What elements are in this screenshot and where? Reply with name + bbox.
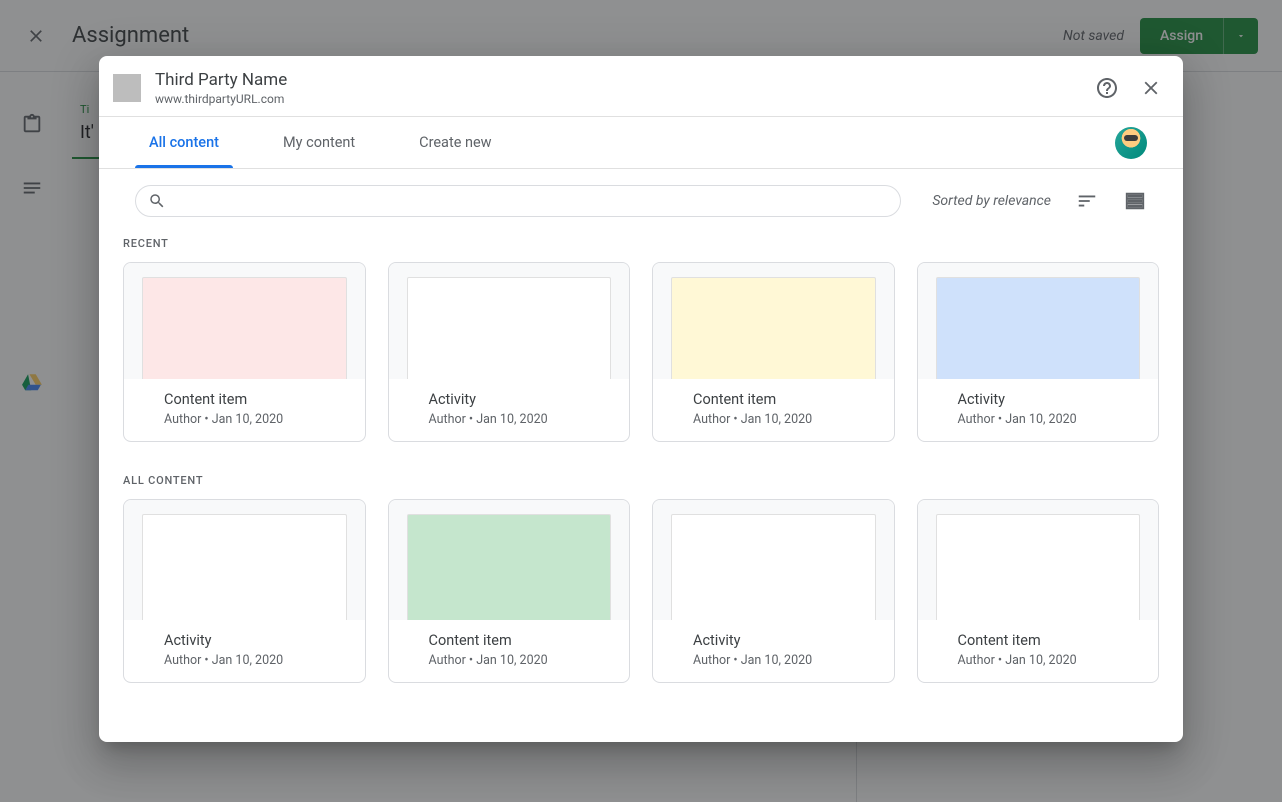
card-subtitle: Author • Jan 10, 2020	[429, 653, 612, 668]
card-thumbnail	[653, 263, 894, 379]
tab-all-content[interactable]: All content	[135, 117, 233, 168]
all-content-grid: ActivityAuthor • Jan 10, 2020Content ite…	[123, 499, 1159, 683]
content-card[interactable]: Activity Author • Jan 10, 2020	[388, 262, 631, 442]
card-subtitle: Author • Jan 10, 2020	[958, 653, 1141, 668]
card-title: Content item	[164, 391, 347, 408]
content-card[interactable]: Content item Author • Jan 10, 2020	[652, 262, 895, 442]
search-icon	[148, 192, 166, 210]
card-thumbnail	[918, 500, 1159, 620]
card-thumbnail	[389, 263, 630, 379]
tab-create-new[interactable]: Create new	[405, 117, 505, 168]
list-view-icon[interactable]	[1123, 189, 1147, 213]
modal-body: RECENT Content item Author • Jan 10, 2020…	[99, 233, 1183, 742]
content-card[interactable]: Content item Author • Jan 10, 2020	[388, 499, 631, 683]
user-avatar[interactable]	[1115, 127, 1147, 159]
card-thumbnail	[389, 500, 630, 620]
search-input[interactable]	[174, 193, 888, 209]
modal-url: www.thirdpartyURL.com	[155, 92, 287, 106]
close-modal-icon[interactable]	[1139, 76, 1163, 100]
recent-grid: Content itemAuthor • Jan 10, 2020Activit…	[123, 262, 1159, 442]
third-party-logo	[113, 74, 141, 102]
card-meta: Activity Author • Jan 10, 2020	[124, 620, 365, 682]
modal-header: Third Party Name www.thirdpartyURL.com	[99, 56, 1183, 117]
card-thumbnail	[124, 500, 365, 620]
card-title: Content item	[693, 391, 876, 408]
content-card[interactable]: Content item Author • Jan 10, 2020	[917, 499, 1160, 683]
card-subtitle: Author • Jan 10, 2020	[429, 412, 612, 427]
card-meta: Activity Author • Jan 10, 2020	[653, 620, 894, 682]
card-meta: Activity Author • Jan 10, 2020	[918, 379, 1159, 441]
card-meta: Activity Author • Jan 10, 2020	[389, 379, 630, 441]
card-subtitle: Author • Jan 10, 2020	[164, 653, 347, 668]
section-all-label: ALL CONTENT	[123, 470, 1159, 499]
card-title: Activity	[429, 391, 612, 408]
card-title: Content item	[429, 632, 612, 649]
content-picker-modal: Third Party Name www.thirdpartyURL.com A…	[99, 56, 1183, 742]
sort-label: Sorted by relevance	[932, 193, 1051, 209]
section-recent-label: RECENT	[123, 233, 1159, 262]
card-title: Activity	[958, 391, 1141, 408]
card-meta: Content item Author • Jan 10, 2020	[653, 379, 894, 441]
search-box[interactable]	[135, 185, 901, 217]
help-icon[interactable]	[1095, 76, 1119, 100]
sort-icon[interactable]	[1075, 189, 1099, 213]
content-card[interactable]: Content item Author • Jan 10, 2020	[123, 262, 366, 442]
card-meta: Content item Author • Jan 10, 2020	[918, 620, 1159, 682]
card-thumbnail	[918, 263, 1159, 379]
card-thumbnail	[653, 500, 894, 620]
card-title: Content item	[958, 632, 1141, 649]
content-card[interactable]: Activity Author • Jan 10, 2020	[652, 499, 895, 683]
card-title: Activity	[164, 632, 347, 649]
controls-row: Sorted by relevance	[99, 169, 1183, 233]
card-subtitle: Author • Jan 10, 2020	[693, 412, 876, 427]
content-card[interactable]: Activity Author • Jan 10, 2020	[123, 499, 366, 683]
card-thumbnail	[124, 263, 365, 379]
card-subtitle: Author • Jan 10, 2020	[958, 412, 1141, 427]
tabs-row: All content My content Create new	[99, 117, 1183, 169]
content-card[interactable]: Activity Author • Jan 10, 2020	[917, 262, 1160, 442]
tab-my-content[interactable]: My content	[269, 117, 369, 168]
card-title: Activity	[693, 632, 876, 649]
modal-title: Third Party Name	[155, 70, 287, 90]
card-meta: Content item Author • Jan 10, 2020	[124, 379, 365, 441]
card-subtitle: Author • Jan 10, 2020	[693, 653, 876, 668]
card-subtitle: Author • Jan 10, 2020	[164, 412, 347, 427]
card-meta: Content item Author • Jan 10, 2020	[389, 620, 630, 682]
